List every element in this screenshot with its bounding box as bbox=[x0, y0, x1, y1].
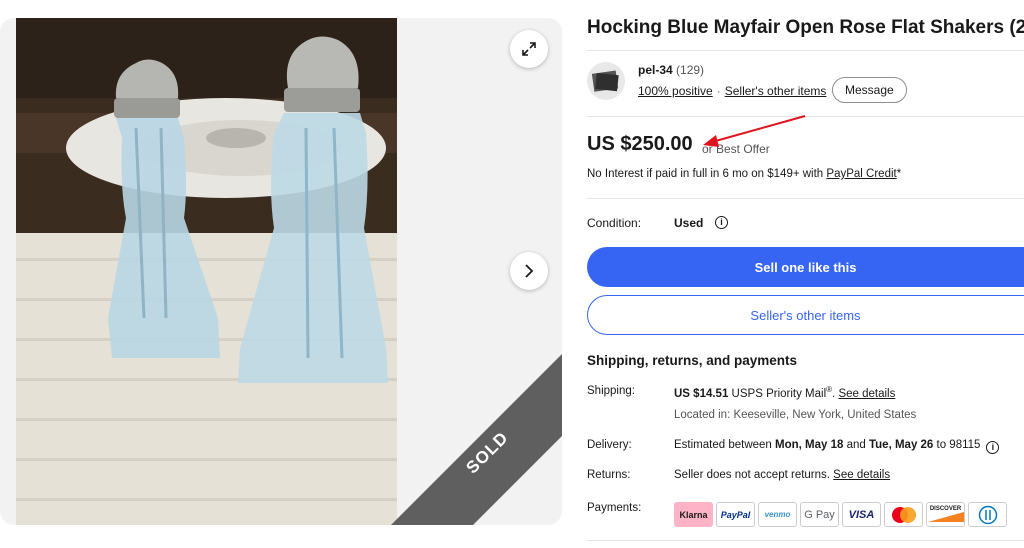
listing-title: Hocking Blue Mayfair Open Rose Flat Shak… bbox=[587, 17, 1024, 38]
expand-button[interactable] bbox=[510, 30, 548, 68]
divider bbox=[587, 540, 1024, 541]
seller-other-items-button[interactable]: Seller's other items bbox=[587, 295, 1024, 335]
paypal-icon: PayPal bbox=[716, 502, 755, 527]
message-button[interactable]: Message bbox=[832, 77, 907, 103]
discover-icon: DISCOVER bbox=[926, 502, 965, 527]
divider bbox=[587, 116, 1024, 117]
payment-methods: Klarna PayPal venmo G Pay VISA DISCOVER bbox=[674, 502, 1007, 527]
returns-label: Returns: bbox=[587, 469, 631, 481]
divider bbox=[587, 198, 1024, 199]
shipping-details-link[interactable]: See details bbox=[838, 388, 895, 400]
seller-feedback-count: (129) bbox=[676, 63, 705, 77]
delivery-label: Delivery: bbox=[587, 439, 632, 451]
info-icon[interactable]: i bbox=[715, 216, 728, 229]
condition-value: Used bbox=[674, 216, 704, 230]
paypal-credit-link[interactable]: PayPal Credit bbox=[826, 168, 896, 180]
seller-other-items-link[interactable]: Seller's other items bbox=[725, 84, 827, 98]
seller-card: pel-34 (129) 100% positive · Seller's ot… bbox=[587, 60, 1024, 110]
separator-dot: · bbox=[716, 84, 721, 98]
seller-avatar[interactable] bbox=[587, 62, 625, 100]
info-icon[interactable]: i bbox=[986, 441, 1000, 454]
seller-name[interactable]: pel-34 bbox=[638, 63, 673, 77]
diners-club-icon bbox=[968, 502, 1007, 527]
venmo-icon: venmo bbox=[758, 502, 797, 527]
returns-details-link[interactable]: See details bbox=[833, 469, 890, 481]
next-image-button[interactable] bbox=[510, 252, 548, 290]
payments-label: Payments: bbox=[587, 502, 642, 514]
image-gallery: SOLD bbox=[0, 18, 562, 525]
divider bbox=[587, 50, 1024, 51]
visa-icon: VISA bbox=[842, 502, 881, 527]
item-price: US $250.00 bbox=[587, 133, 693, 155]
item-location: Located in: Keeseville, New York, United… bbox=[674, 409, 917, 421]
klarna-icon: Klarna bbox=[674, 502, 713, 527]
product-photo[interactable] bbox=[16, 18, 397, 525]
shipping-cost: US $14.51 bbox=[674, 387, 729, 400]
shipping-label: Shipping: bbox=[587, 385, 635, 397]
shipping-section-title: Shipping, returns, and payments bbox=[587, 353, 798, 368]
financing-text: No Interest if paid in full in 6 mo on $… bbox=[587, 168, 902, 180]
expand-icon bbox=[522, 42, 536, 56]
chevron-right-icon bbox=[525, 264, 534, 278]
mastercard-icon bbox=[884, 502, 923, 527]
sell-one-like-this-button[interactable]: Sell one like this bbox=[587, 247, 1024, 287]
sold-label: SOLD bbox=[462, 427, 513, 478]
seller-positive-link[interactable]: 100% positive bbox=[638, 84, 713, 98]
listing-page: SOLD Hocking Blue Mayfair Open Rose Flat… bbox=[0, 0, 1024, 548]
google-pay-icon: G Pay bbox=[800, 502, 839, 527]
best-offer-label: or Best Offer bbox=[702, 142, 770, 156]
condition-label: Condition: bbox=[587, 216, 642, 230]
listing-details: Hocking Blue Mayfair Open Rose Flat Shak… bbox=[587, 0, 1024, 548]
